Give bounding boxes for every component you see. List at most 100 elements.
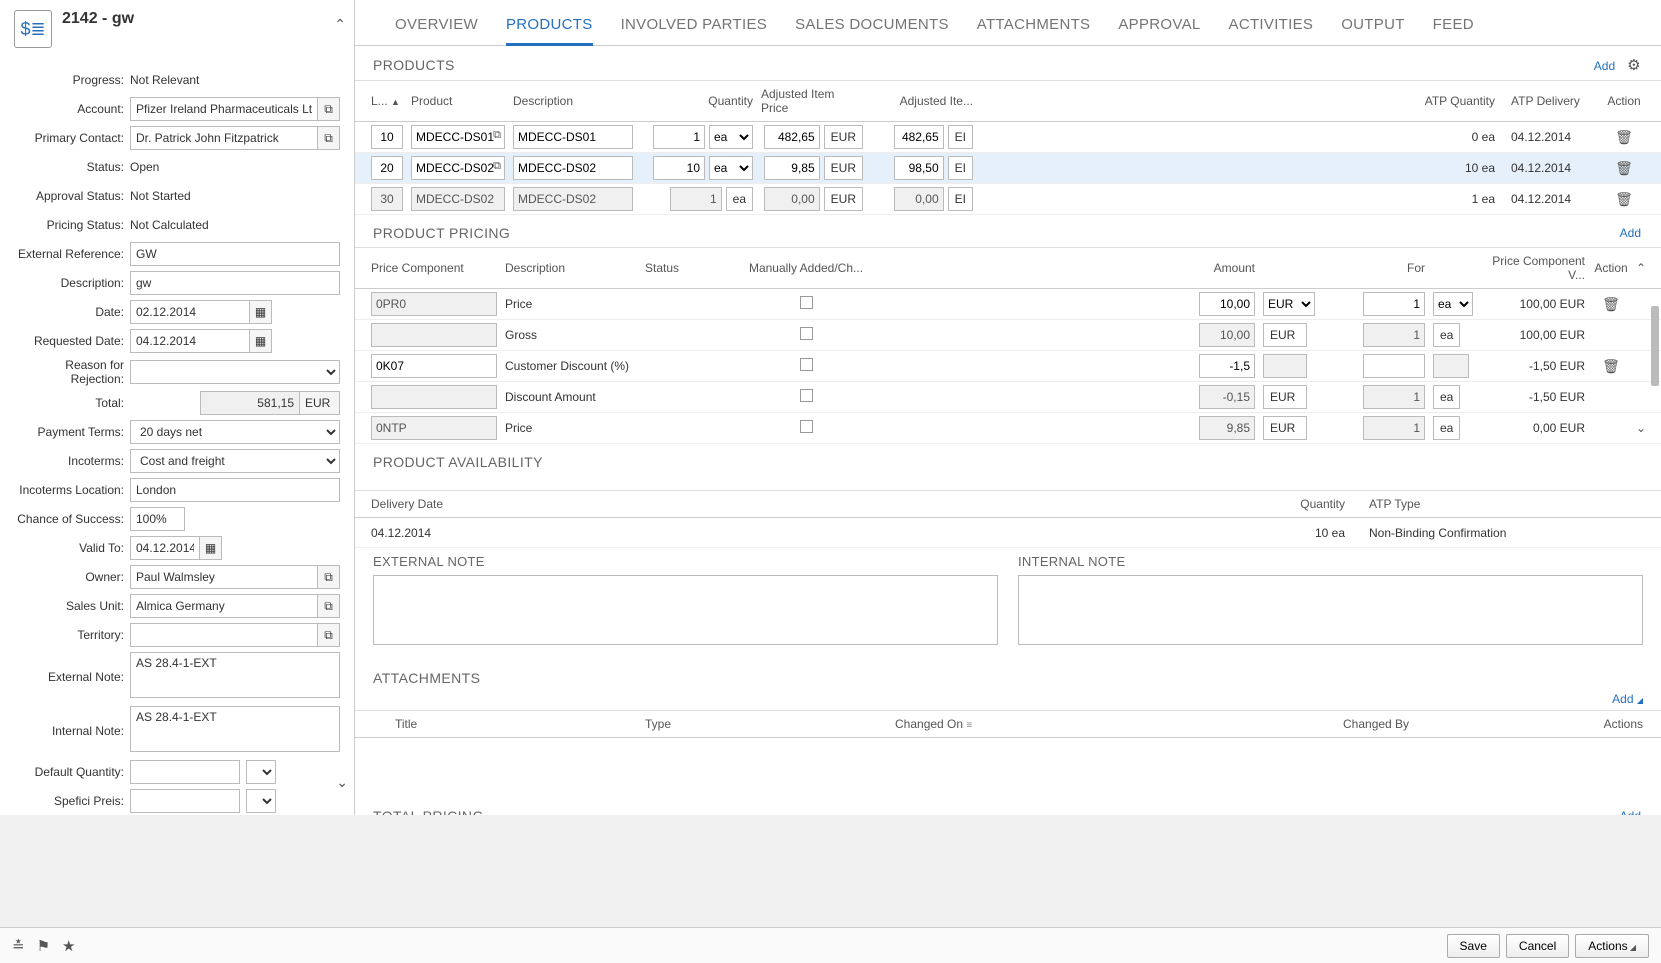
tab-output[interactable]: OUTPUT bbox=[1341, 10, 1404, 45]
save-button[interactable]: Save bbox=[1447, 934, 1500, 958]
col-for[interactable]: For bbox=[1407, 261, 1425, 275]
product-row[interactable]: ⧉eaEUREI10 ea04.12.2014🗑 bbox=[355, 153, 1661, 184]
qty-input[interactable] bbox=[653, 125, 705, 149]
chevron-down-icon[interactable]: ⌄ bbox=[336, 774, 348, 791]
col-att-changed-on[interactable]: Changed On bbox=[895, 717, 963, 731]
date-input[interactable] bbox=[130, 300, 250, 324]
ext-note-input[interactable]: AS 28.4-1-EXT bbox=[130, 652, 340, 698]
product-input[interactable] bbox=[411, 125, 505, 149]
col-price-comp[interactable]: Price Component bbox=[367, 261, 501, 275]
checkbox[interactable] bbox=[800, 389, 813, 402]
scroll-up-icon[interactable]: ⌃ bbox=[1636, 261, 1646, 275]
tab-feed[interactable]: FEED bbox=[1433, 10, 1474, 45]
trash-icon[interactable]: 🗑 bbox=[1615, 129, 1633, 145]
col-pr-status[interactable]: Status bbox=[641, 261, 741, 275]
open-icon[interactable]: ⧉ bbox=[318, 623, 340, 647]
col-atp-qty[interactable]: ATP Quantity bbox=[1399, 94, 1499, 108]
product-row[interactable]: ⧉eaEUREI0 ea04.12.2014🗑 bbox=[355, 122, 1661, 153]
open-icon[interactable]: ⧉ bbox=[493, 129, 501, 142]
trash-icon[interactable]: 🗑 bbox=[1615, 191, 1633, 207]
col-action[interactable]: Action bbox=[1599, 94, 1649, 108]
amount-input[interactable] bbox=[1199, 354, 1255, 378]
incoterms-select[interactable]: Cost and freight bbox=[130, 449, 340, 473]
col-att-type[interactable]: Type bbox=[645, 717, 895, 731]
tab-approval[interactable]: APPROVAL bbox=[1118, 10, 1200, 45]
def-qty-input[interactable] bbox=[130, 760, 240, 784]
open-icon[interactable]: ⧉ bbox=[318, 565, 340, 589]
for-unit-select[interactable]: ea bbox=[1433, 292, 1473, 316]
gear-icon[interactable]: ⚙ bbox=[1627, 57, 1641, 74]
tab-involved-parties[interactable]: INVOLVED PARTIES bbox=[621, 10, 768, 45]
description-input[interactable] bbox=[513, 187, 633, 211]
cancel-button[interactable]: Cancel bbox=[1506, 934, 1569, 958]
calendar-icon[interactable]: ▦ bbox=[250, 329, 272, 353]
line-input[interactable] bbox=[371, 125, 403, 149]
adj-item-input[interactable] bbox=[894, 125, 944, 149]
add-pricing-link[interactable]: Add bbox=[1620, 226, 1641, 240]
col-quantity[interactable]: Quantity bbox=[708, 94, 753, 108]
col-atp-del[interactable]: ATP Delivery bbox=[1499, 94, 1599, 108]
col-product[interactable]: Product bbox=[407, 94, 509, 108]
amount-input[interactable] bbox=[1199, 292, 1255, 316]
col-pr-manual[interactable]: Manually Added/Ch... bbox=[741, 261, 871, 275]
col-amount[interactable]: Amount bbox=[1214, 261, 1255, 275]
open-icon[interactable]: ⧉ bbox=[318, 594, 340, 618]
cur-select[interactable]: EUR bbox=[1263, 292, 1315, 316]
main-scroll[interactable]: PRODUCTSAdd⚙ L... ▲ Product Description … bbox=[355, 46, 1661, 815]
calendar-icon[interactable]: ▦ bbox=[200, 536, 222, 560]
chevron-up-icon[interactable]: ⌃ bbox=[334, 16, 346, 33]
adj-price-input[interactable] bbox=[764, 125, 820, 149]
for-input[interactable] bbox=[1363, 292, 1425, 316]
description-input[interactable] bbox=[513, 125, 633, 149]
for-input[interactable] bbox=[1363, 354, 1425, 378]
unit-select[interactable]: ea bbox=[709, 156, 753, 180]
adj-item-input[interactable] bbox=[894, 156, 944, 180]
col-att-title[interactable]: Title bbox=[395, 717, 645, 731]
flag-icon[interactable]: ⚑ bbox=[37, 937, 50, 955]
scrollbar-handle[interactable] bbox=[1651, 306, 1659, 386]
spef-preis-unit[interactable] bbox=[246, 789, 276, 813]
comp-input[interactable] bbox=[371, 354, 497, 378]
internal-note-textarea[interactable] bbox=[1018, 575, 1643, 645]
checkbox[interactable] bbox=[800, 296, 813, 309]
tab-overview[interactable]: OVERVIEW bbox=[395, 10, 478, 45]
trash-icon[interactable]: 🗑 bbox=[1615, 160, 1633, 176]
tab-activities[interactable]: ACTIVITIES bbox=[1229, 10, 1314, 45]
rss-icon[interactable]: ≛ bbox=[12, 937, 25, 955]
unit-select[interactable]: ea bbox=[709, 125, 753, 149]
incoterms-loc-input[interactable] bbox=[130, 478, 340, 502]
trash-icon[interactable]: 🗑 bbox=[1602, 296, 1620, 312]
owner-input[interactable] bbox=[130, 565, 318, 589]
col-pr-action[interactable]: Action bbox=[1589, 261, 1633, 275]
checkbox[interactable] bbox=[800, 327, 813, 340]
spef-preis-input[interactable] bbox=[130, 789, 240, 813]
col-adj-price[interactable]: Adjusted Item Price bbox=[761, 87, 863, 115]
col-pr-desc[interactable]: Description bbox=[501, 261, 641, 275]
open-icon[interactable]: ⧉ bbox=[493, 160, 501, 173]
open-icon[interactable]: ⧉ bbox=[318, 97, 340, 121]
product-row[interactable]: eaEUREI1 ea04.12.2014🗑 bbox=[355, 184, 1661, 215]
qty-input[interactable] bbox=[653, 156, 705, 180]
open-icon[interactable]: ⧉ bbox=[318, 126, 340, 150]
scroll-down-icon[interactable]: ⌄ bbox=[1636, 421, 1646, 435]
valid-to-input[interactable] bbox=[130, 536, 200, 560]
checkbox[interactable] bbox=[800, 420, 813, 433]
reason-select[interactable] bbox=[130, 360, 340, 384]
tab-attachments[interactable]: ATTACHMENTS bbox=[977, 10, 1091, 45]
star-icon[interactable]: ★ bbox=[62, 937, 75, 955]
qty-input[interactable] bbox=[670, 187, 722, 211]
col-av-qty[interactable]: Quantity bbox=[1269, 497, 1349, 511]
adj-item-input[interactable] bbox=[894, 187, 944, 211]
tab-sales-documents[interactable]: SALES DOCUMENTS bbox=[795, 10, 949, 45]
primary-contact-input[interactable] bbox=[130, 126, 318, 150]
account-input[interactable] bbox=[130, 97, 318, 121]
description-input[interactable] bbox=[513, 156, 633, 180]
col-atp-type[interactable]: ATP Type bbox=[1349, 497, 1649, 511]
col-att-changed-by[interactable]: Changed By bbox=[1343, 717, 1563, 731]
chance-input[interactable] bbox=[130, 507, 185, 531]
territory-input[interactable] bbox=[130, 623, 318, 647]
trash-icon[interactable]: 🗑 bbox=[1602, 358, 1620, 374]
ext-ref-input[interactable] bbox=[130, 242, 340, 266]
tab-products[interactable]: PRODUCTS bbox=[506, 10, 593, 46]
calendar-icon[interactable]: ▦ bbox=[250, 300, 272, 324]
